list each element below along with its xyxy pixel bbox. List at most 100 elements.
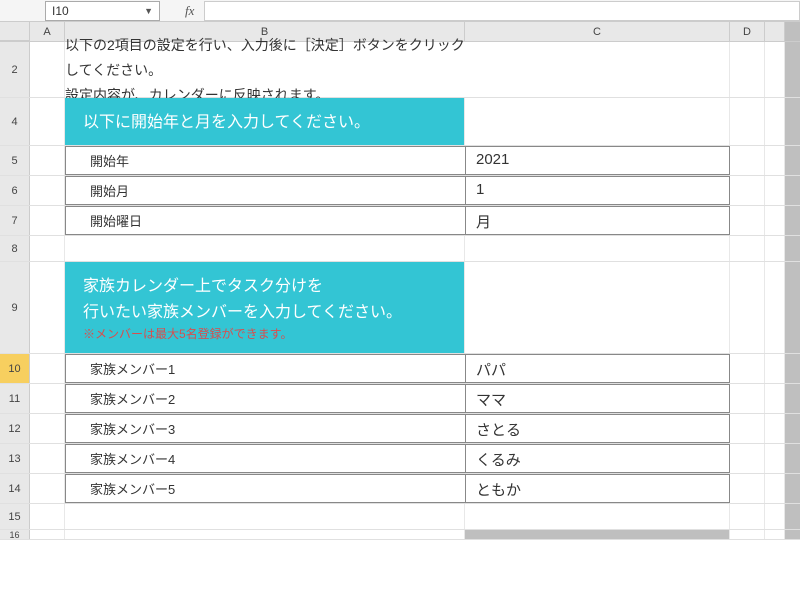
- row-header[interactable]: 6: [0, 176, 30, 205]
- cell[interactable]: [730, 146, 765, 175]
- cell[interactable]: [730, 504, 765, 529]
- cell[interactable]: [765, 146, 785, 175]
- banner2-line1: 家族カレンダー上でタスク分けを: [83, 274, 446, 300]
- row-header[interactable]: 12: [0, 414, 30, 443]
- start-year-label[interactable]: 開始年: [65, 146, 465, 175]
- formula-bar: I10 ▼ fx: [0, 0, 800, 22]
- cell[interactable]: [765, 354, 785, 383]
- formula-input[interactable]: [204, 1, 800, 21]
- intro-line1: 以下の2項目の設定を行い、入力後に［決定］ボタンをクリックしてください。: [65, 33, 465, 83]
- row-header[interactable]: 2: [0, 42, 30, 97]
- cell[interactable]: [30, 384, 65, 413]
- start-dow-value[interactable]: 月: [465, 206, 730, 235]
- cell[interactable]: [765, 530, 785, 539]
- cell[interactable]: [730, 384, 765, 413]
- member3-label[interactable]: 家族メンバー3: [65, 414, 465, 443]
- cell[interactable]: [730, 354, 765, 383]
- cell[interactable]: [465, 504, 730, 529]
- col-header-A[interactable]: A: [30, 22, 65, 41]
- col-header-C[interactable]: C: [465, 22, 730, 41]
- cell[interactable]: [730, 42, 765, 97]
- start-year-value[interactable]: 2021: [465, 146, 730, 175]
- member2-label[interactable]: 家族メンバー2: [65, 384, 465, 413]
- start-dow-label[interactable]: 開始曜日: [65, 206, 465, 235]
- cell[interactable]: [765, 42, 785, 97]
- banner1-text: 以下に開始年と月を入力してください。: [65, 98, 464, 145]
- cell[interactable]: [30, 262, 65, 353]
- member5-label[interactable]: 家族メンバー5: [65, 474, 465, 503]
- cell[interactable]: [465, 98, 730, 145]
- row-header[interactable]: 11: [0, 384, 30, 413]
- member5-value[interactable]: ともか: [465, 474, 730, 503]
- member4-value[interactable]: くるみ: [465, 444, 730, 473]
- row-header[interactable]: 13: [0, 444, 30, 473]
- col-header-edge: [765, 22, 785, 41]
- cell[interactable]: [730, 206, 765, 235]
- row-header[interactable]: 10: [0, 354, 30, 383]
- banner2-note: ※メンバーは最大5名登録ができます。: [83, 325, 446, 344]
- cell[interactable]: [65, 236, 465, 261]
- row-header[interactable]: 7: [0, 206, 30, 235]
- member4-label[interactable]: 家族メンバー4: [65, 444, 465, 473]
- cell[interactable]: [765, 98, 785, 145]
- cell[interactable]: [65, 504, 465, 529]
- row-header[interactable]: 14: [0, 474, 30, 503]
- cell[interactable]: [730, 474, 765, 503]
- row-header[interactable]: 5: [0, 146, 30, 175]
- row-header[interactable]: 9: [0, 262, 30, 353]
- start-month-value[interactable]: 1: [465, 176, 730, 205]
- banner-start-settings[interactable]: 以下に開始年と月を入力してください。: [65, 98, 465, 145]
- name-box-dropdown-icon[interactable]: ▼: [144, 6, 153, 16]
- row-header[interactable]: 15: [0, 504, 30, 529]
- cell[interactable]: [30, 206, 65, 235]
- cell[interactable]: [730, 98, 765, 145]
- cell[interactable]: [765, 206, 785, 235]
- member1-value[interactable]: パパ: [465, 354, 730, 383]
- cell[interactable]: [30, 474, 65, 503]
- cell[interactable]: [30, 414, 65, 443]
- start-month-label[interactable]: 開始月: [65, 176, 465, 205]
- cell[interactable]: [30, 504, 65, 529]
- member2-value[interactable]: ママ: [465, 384, 730, 413]
- cell[interactable]: [30, 146, 65, 175]
- spreadsheet-grid[interactable]: 2 以下の2項目の設定を行い、入力後に［決定］ボタンをクリックしてください。 設…: [0, 42, 800, 540]
- row-header[interactable]: 16: [0, 530, 30, 539]
- member3-value[interactable]: さとる: [465, 414, 730, 443]
- col-header-D[interactable]: D: [730, 22, 765, 41]
- cell[interactable]: [730, 236, 765, 261]
- banner-family-members[interactable]: 家族カレンダー上でタスク分けを 行いたい家族メンバーを入力してください。 ※メン…: [65, 262, 465, 353]
- cell[interactable]: [730, 414, 765, 443]
- cell[interactable]: [730, 176, 765, 205]
- banner2-line2: 行いたい家族メンバーを入力してください。: [83, 300, 446, 326]
- cell[interactable]: [30, 236, 65, 261]
- cell[interactable]: [465, 530, 730, 539]
- cell[interactable]: [765, 262, 785, 353]
- cell[interactable]: [765, 444, 785, 473]
- member1-label[interactable]: 家族メンバー1: [65, 354, 465, 383]
- cell[interactable]: [465, 42, 730, 97]
- cell[interactable]: [65, 530, 465, 539]
- cell[interactable]: [30, 354, 65, 383]
- cell[interactable]: [30, 176, 65, 205]
- cell[interactable]: [730, 262, 765, 353]
- row-header[interactable]: 4: [0, 98, 30, 145]
- cell[interactable]: [730, 530, 765, 539]
- cell[interactable]: [30, 98, 65, 145]
- cell[interactable]: [765, 504, 785, 529]
- fx-label[interactable]: fx: [185, 3, 194, 19]
- select-all-corner[interactable]: [0, 22, 30, 41]
- cell[interactable]: [465, 236, 730, 261]
- cell[interactable]: [765, 474, 785, 503]
- cell[interactable]: [465, 262, 730, 353]
- cell[interactable]: [765, 414, 785, 443]
- cell[interactable]: [30, 42, 65, 97]
- cell[interactable]: [30, 530, 65, 539]
- name-box[interactable]: I10 ▼: [45, 1, 160, 21]
- cell[interactable]: [30, 444, 65, 473]
- intro-text[interactable]: 以下の2項目の設定を行い、入力後に［決定］ボタンをクリックしてください。 設定内…: [65, 42, 465, 97]
- cell[interactable]: [730, 444, 765, 473]
- cell[interactable]: [765, 384, 785, 413]
- row-header[interactable]: 8: [0, 236, 30, 261]
- cell[interactable]: [765, 236, 785, 261]
- cell[interactable]: [765, 176, 785, 205]
